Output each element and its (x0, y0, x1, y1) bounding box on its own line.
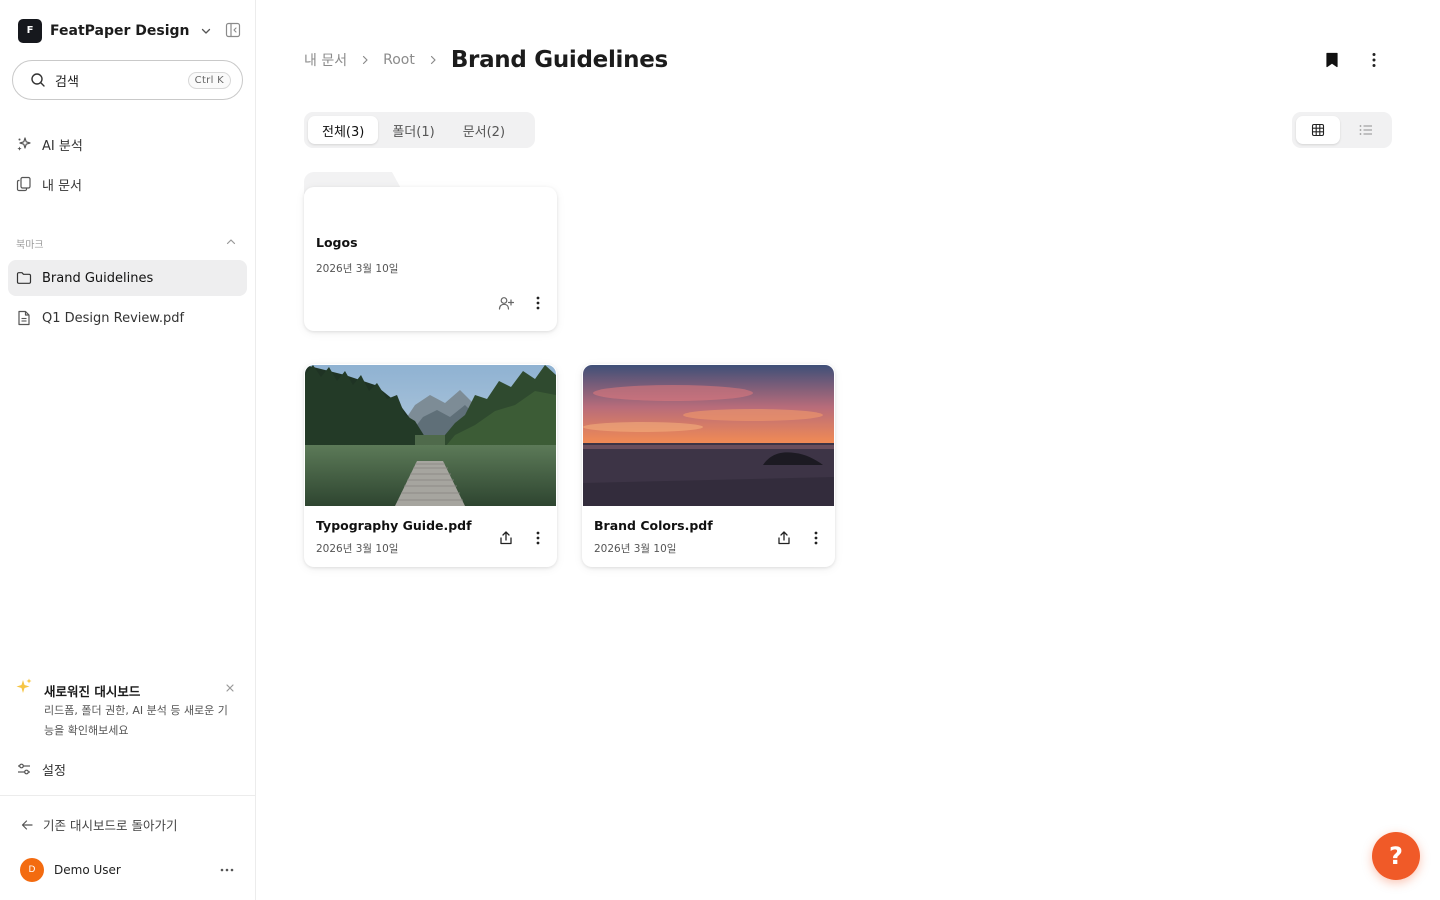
share-icon[interactable] (772, 526, 796, 550)
grid-view-button[interactable] (1296, 116, 1340, 144)
header-actions (1320, 48, 1386, 72)
bookmark-item-brand-guidelines[interactable]: Brand Guidelines (8, 260, 247, 296)
more-horizontal-icon[interactable] (220, 868, 234, 872)
more-vertical-icon[interactable] (1362, 48, 1386, 72)
bookmark-item-label: Q1 Design Review.pdf (42, 310, 185, 326)
close-icon[interactable] (225, 683, 235, 693)
breadcrumb-item-my-documents[interactable]: 내 문서 (304, 50, 347, 70)
nav-item-ai-analysis[interactable]: AI 분석 (8, 127, 247, 161)
tab-folders[interactable]: 폴더(1) (378, 116, 448, 144)
avatar: D (20, 858, 44, 882)
search-label: 검색 (55, 74, 79, 90)
chevron-down-icon (200, 25, 212, 37)
help-button[interactable]: ? (1372, 832, 1420, 880)
document-card[interactable]: Typography Guide.pdf 2026년 3월 10일 (304, 364, 557, 567)
workspace-logo: F (18, 18, 42, 43)
workspace-name: FeatPaper Design (50, 22, 190, 39)
search-icon (30, 72, 46, 88)
sidebar-collapse-icon[interactable] (225, 22, 241, 38)
chevron-up-icon[interactable] (225, 236, 237, 248)
page-title: Brand Guidelines (450, 47, 668, 73)
back-link-label: 기존 대시보드로 돌아가기 (43, 818, 178, 833)
bookmark-item-label: Brand Guidelines (42, 270, 154, 286)
search-input[interactable]: 검색 Ctrl K (12, 60, 243, 100)
folder-icon (16, 270, 32, 286)
workspace-switcher[interactable]: F FeatPaper Design (18, 18, 212, 43)
document-name: Brand Colors.pdf (594, 518, 713, 533)
list-icon (1359, 124, 1373, 136)
sidebar-divider (0, 795, 255, 796)
chevron-right-icon (429, 55, 437, 65)
bookmarks-section-label: 북마크 (16, 240, 44, 251)
document-name: Typography Guide.pdf (316, 518, 472, 533)
settings-label: 설정 (42, 763, 66, 779)
nav-item-label: AI 분석 (42, 138, 83, 154)
documents-icon (16, 176, 32, 192)
document-date: 2026년 3월 10일 (594, 543, 677, 555)
tab-all[interactable]: 전체(3) (308, 116, 379, 144)
user-name: Demo User (54, 863, 121, 877)
nav-item-my-documents[interactable]: 내 문서 (8, 167, 247, 201)
promo-description: 리드폼, 폴더 권한, AI 분석 등 새로운 기능을 확인해보세요 (44, 704, 228, 737)
arrow-left-icon (20, 818, 34, 832)
view-mode-toggle (1292, 112, 1392, 148)
more-vertical-icon[interactable] (526, 291, 550, 315)
folder-card[interactable]: Logos 2026년 3월 10일 (304, 187, 557, 331)
settings-link[interactable]: 설정 (8, 752, 247, 786)
bookmark-item-q1-design-review[interactable]: Q1 Design Review.pdf (8, 301, 247, 335)
settings-sliders-icon (16, 761, 32, 777)
breadcrumb: 내 문서 Root Brand Guidelines (304, 44, 668, 76)
nav-item-label: 내 문서 (42, 178, 83, 194)
file-icon (16, 310, 32, 326)
sidebar: F FeatPaper Design 검색 Ctrl K AI 분석 내 문서 … (0, 0, 256, 900)
add-member-icon[interactable] (494, 291, 518, 315)
promo-title: 새로워진 대시보드 (44, 684, 141, 699)
thumbnail-sunset-image (583, 365, 834, 506)
more-vertical-icon[interactable] (804, 526, 828, 550)
breadcrumb-item-root[interactable]: Root (383, 52, 415, 68)
thumbnail-lake-pier-image (305, 365, 556, 506)
bookmark-icon[interactable] (1320, 48, 1344, 72)
search-shortcut-badge: Ctrl K (187, 71, 231, 89)
list-view-button[interactable] (1344, 116, 1388, 144)
filter-tabs: 전체(3) 폴더(1) 문서(2) (304, 112, 535, 148)
sparkles-icon (16, 136, 32, 152)
document-date: 2026년 3월 10일 (316, 543, 399, 555)
chevron-right-icon (361, 55, 369, 65)
sparkle-icon (14, 677, 34, 697)
tab-documents[interactable]: 문서(2) (449, 116, 519, 144)
grid-icon (1311, 123, 1325, 137)
share-icon[interactable] (494, 526, 518, 550)
folder-date: 2026년 3월 10일 (316, 263, 399, 275)
document-card[interactable]: Brand Colors.pdf 2026년 3월 10일 (582, 364, 835, 567)
more-vertical-icon[interactable] (526, 526, 550, 550)
folder-name: Logos (316, 235, 358, 250)
back-to-old-dashboard-link[interactable]: 기존 대시보드로 돌아가기 (20, 815, 177, 834)
user-profile[interactable]: D Demo User (20, 857, 240, 883)
